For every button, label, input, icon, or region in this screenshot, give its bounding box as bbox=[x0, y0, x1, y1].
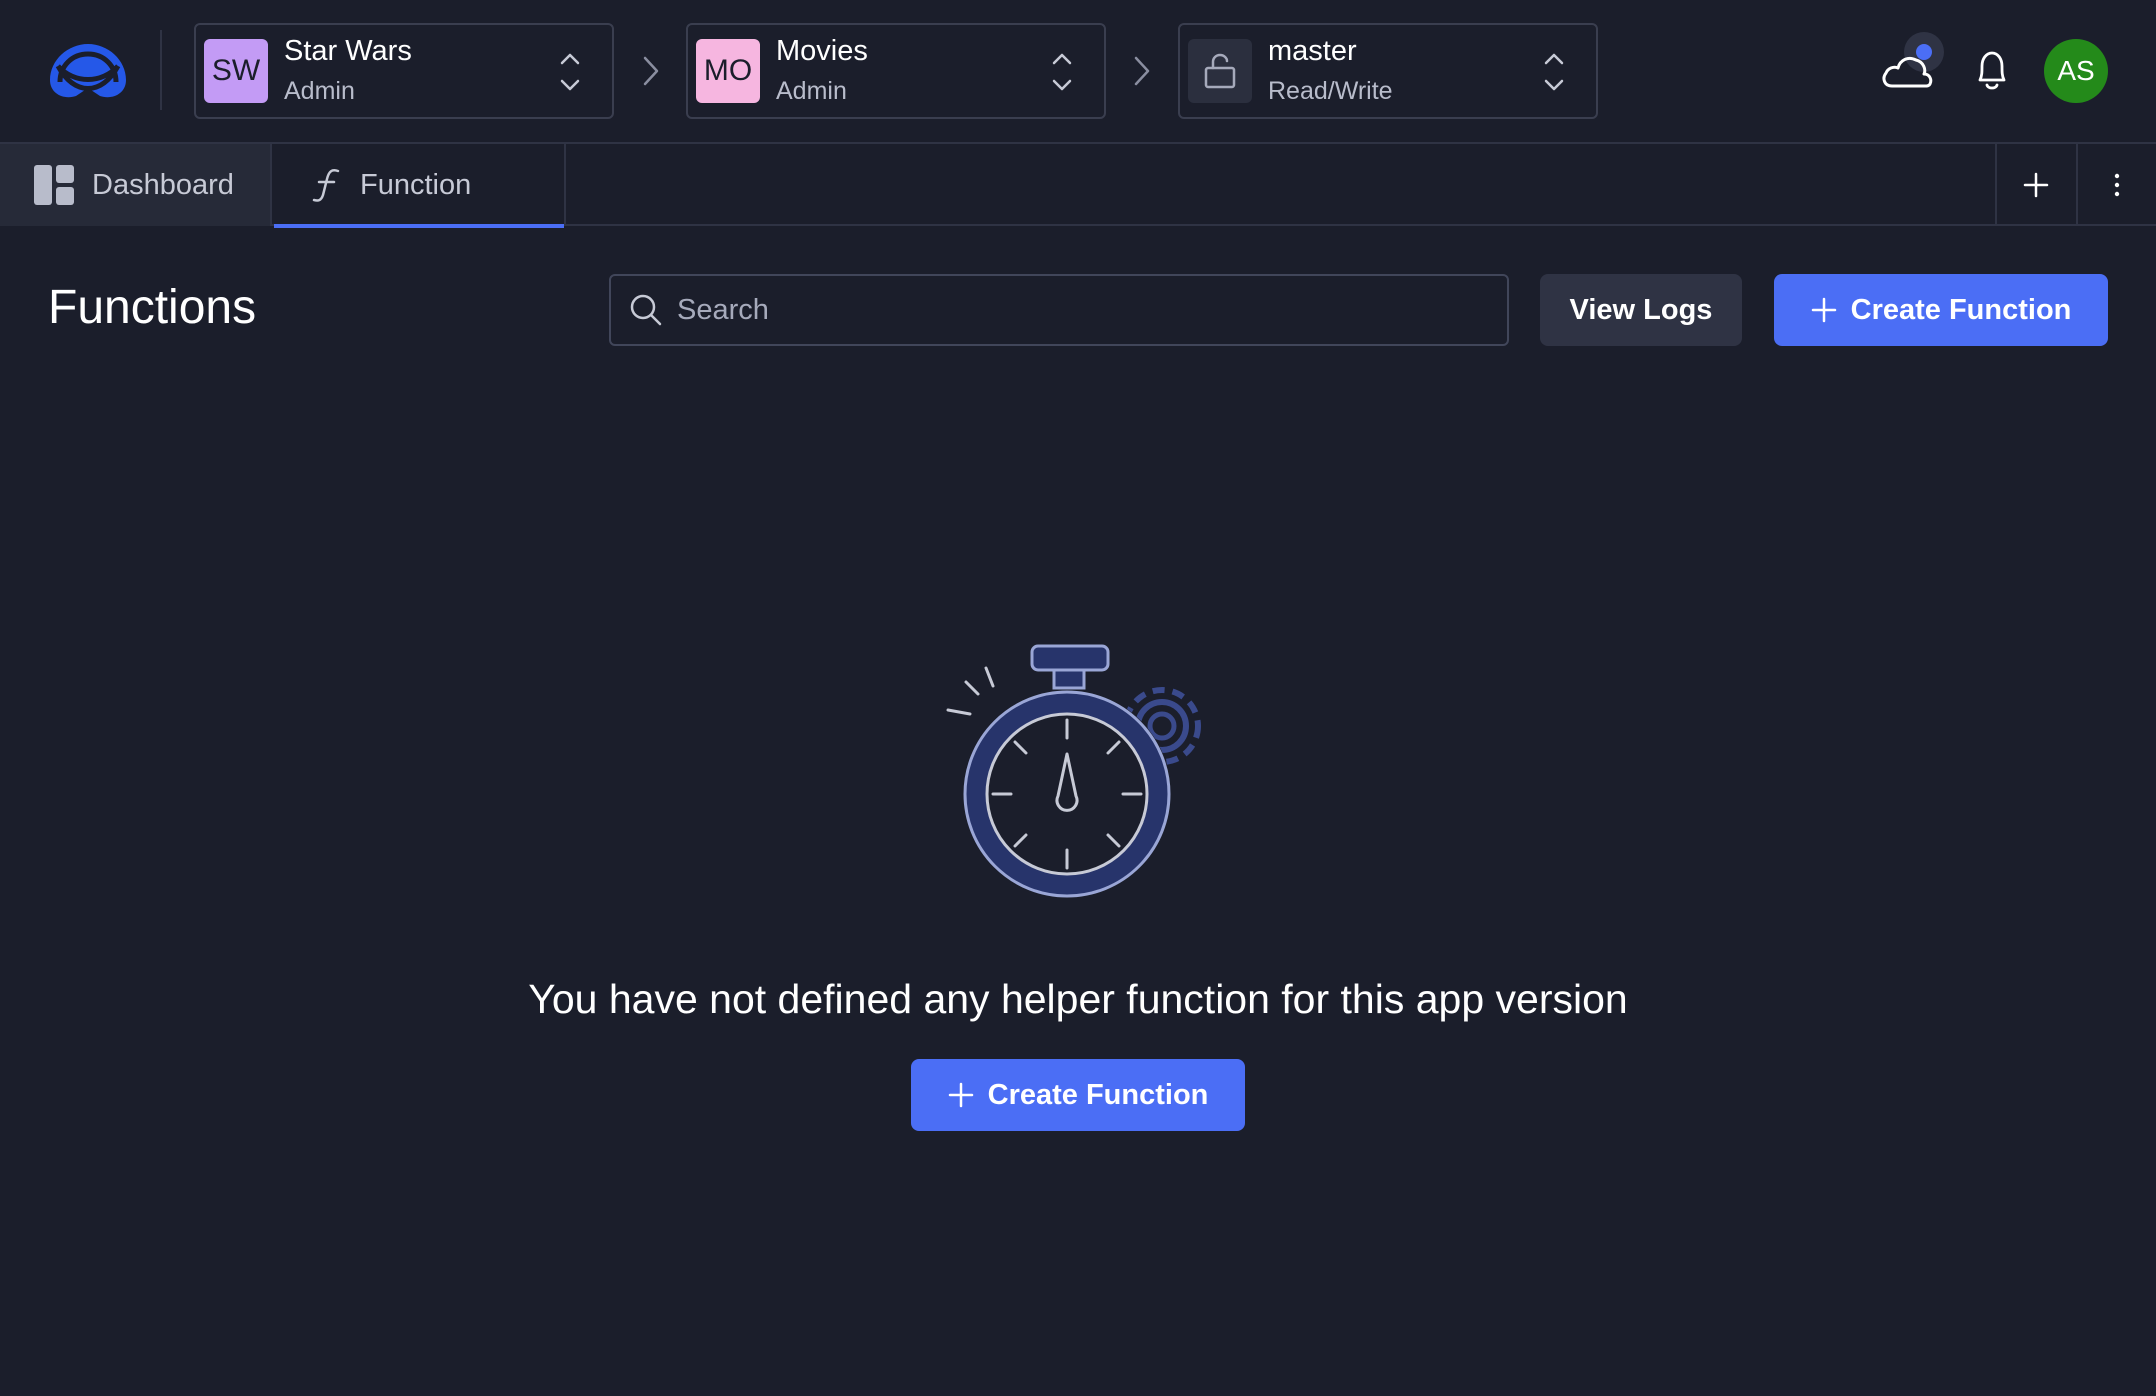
view-logs-label: View Logs bbox=[1569, 293, 1713, 326]
create-function-label: Create Function bbox=[1850, 293, 2072, 326]
tab-dashboard[interactable]: Dashboard bbox=[0, 144, 272, 226]
app-avatar: MO bbox=[696, 39, 760, 103]
top-navigation-bar: SW Star Wars Admin MO Movies Admin maste… bbox=[0, 0, 2156, 142]
branch-access: Read/Write bbox=[1268, 77, 1393, 105]
view-logs-button[interactable]: View Logs bbox=[1540, 274, 1742, 346]
dashboard-icon bbox=[34, 165, 74, 205]
chevron-right-icon bbox=[643, 56, 659, 86]
org-role: Admin bbox=[284, 77, 355, 105]
app-name: Movies bbox=[776, 35, 868, 67]
org-initials: SW bbox=[211, 54, 261, 87]
tab-more-button[interactable] bbox=[2076, 144, 2156, 226]
org-name: Star Wars bbox=[284, 35, 412, 67]
active-tab-indicator bbox=[274, 224, 564, 228]
user-initials: AS bbox=[2057, 55, 2095, 86]
app-initials: MO bbox=[703, 54, 753, 87]
org-switcher[interactable]: SW Star Wars Admin bbox=[194, 23, 614, 119]
chevron-up-down-icon bbox=[560, 53, 580, 91]
branch-name: master bbox=[1268, 35, 1357, 67]
bell-icon[interactable] bbox=[1972, 48, 2012, 92]
app-switcher[interactable]: MO Movies Admin bbox=[686, 23, 1106, 119]
unlock-icon bbox=[1204, 53, 1236, 89]
stopwatch-gear-icon bbox=[946, 644, 1201, 898]
more-vertical-icon bbox=[2114, 173, 2120, 197]
empty-state-create-function-label: Create Function bbox=[987, 1078, 1209, 1111]
cloud-status-icon[interactable] bbox=[1878, 30, 1948, 92]
branch-switcher[interactable]: master Read/Write bbox=[1178, 23, 1598, 119]
tab-bar: Dashboard Function bbox=[0, 142, 2156, 228]
plus-icon bbox=[1811, 297, 1837, 323]
function-icon bbox=[312, 167, 342, 203]
add-tab-button[interactable] bbox=[1995, 144, 2075, 226]
page-title: Functions bbox=[48, 281, 257, 334]
plus-icon bbox=[2023, 172, 2049, 198]
user-avatar[interactable]: AS bbox=[2044, 39, 2108, 103]
app-logo-icon[interactable] bbox=[44, 36, 132, 104]
app-role: Admin bbox=[776, 77, 847, 105]
empty-state-message: You have not defined any helper function… bbox=[528, 976, 1628, 1022]
create-function-button[interactable]: Create Function bbox=[1774, 274, 2108, 346]
plus-icon bbox=[948, 1082, 974, 1108]
tab-dashboard-label: Dashboard bbox=[92, 168, 234, 201]
search-field[interactable] bbox=[609, 274, 1509, 346]
org-avatar: SW bbox=[204, 39, 268, 103]
search-input[interactable] bbox=[677, 293, 1477, 327]
empty-state-create-function-button[interactable]: Create Function bbox=[911, 1059, 1245, 1131]
tab-function-label: Function bbox=[360, 168, 472, 201]
chevron-up-down-icon bbox=[1544, 53, 1564, 91]
chevron-right-icon bbox=[1134, 56, 1150, 86]
search-icon bbox=[630, 294, 662, 326]
branch-icon-box bbox=[1188, 39, 1252, 103]
chevron-up-down-icon bbox=[1052, 53, 1072, 91]
logo-divider bbox=[160, 30, 162, 110]
tab-function[interactable]: Function bbox=[274, 144, 566, 228]
